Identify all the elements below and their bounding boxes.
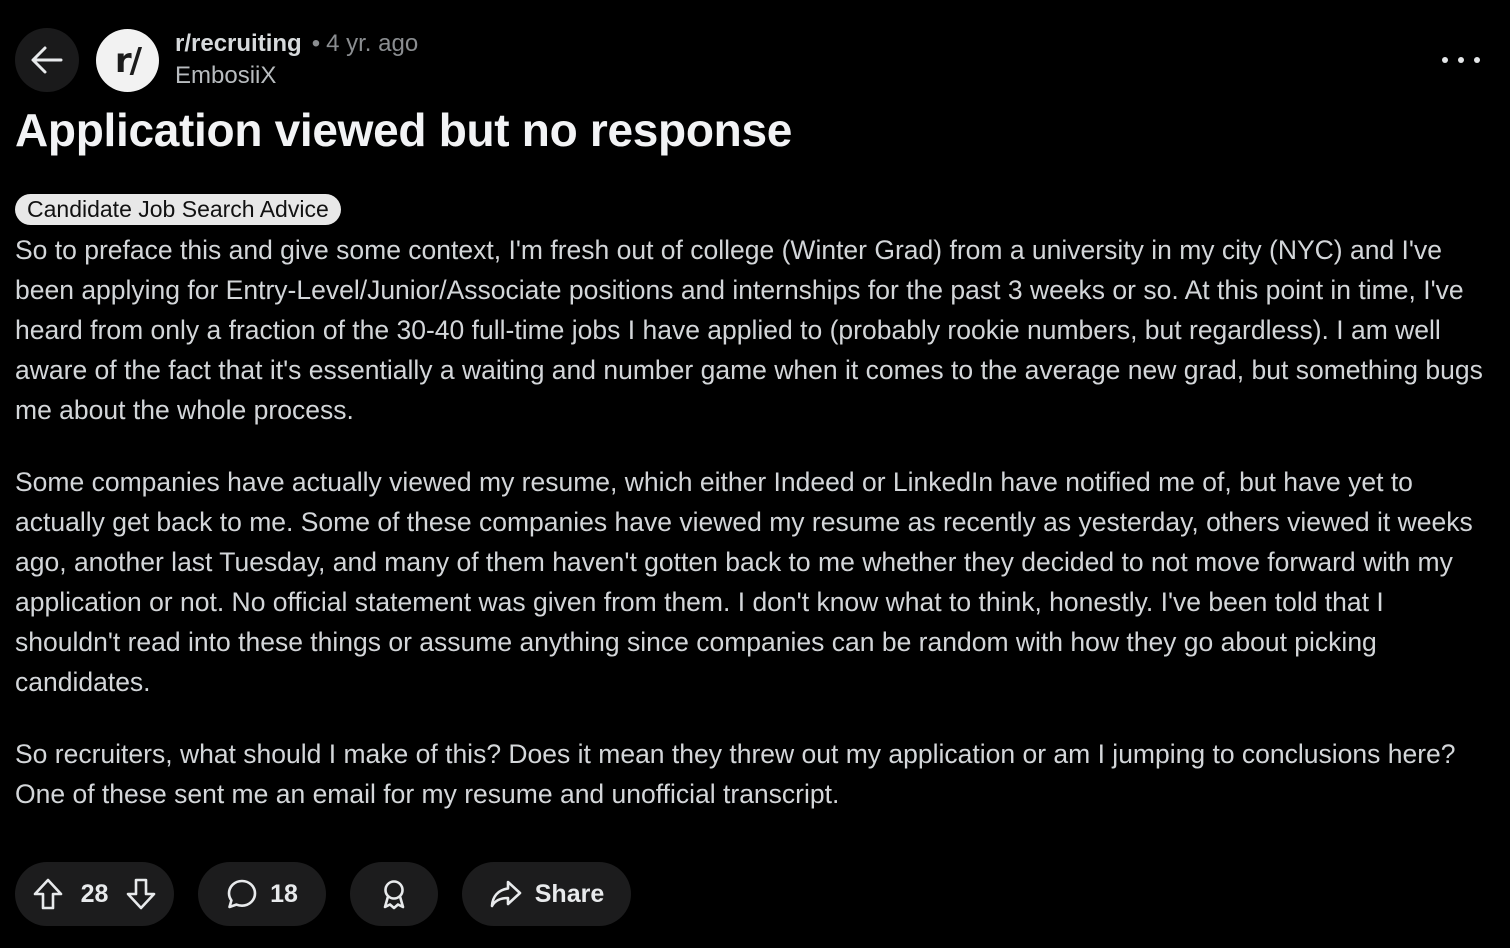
- speech-bubble-icon: [227, 879, 257, 909]
- subreddit-avatar[interactable]: r/: [96, 29, 159, 92]
- post-age: 4 yr. ago: [326, 30, 419, 57]
- post-paragraph: Some companies have actually viewed my r…: [15, 467, 1473, 697]
- ellipsis-icon: [1442, 57, 1448, 63]
- post-actions-bar: 28 18 Share: [15, 862, 631, 926]
- comments-button[interactable]: 18: [198, 862, 326, 926]
- more-options-button[interactable]: [1442, 45, 1480, 75]
- vote-control: 28: [15, 862, 174, 926]
- post-meta-line: r/recruiting • 4 yr. ago: [175, 28, 418, 60]
- comment-count: 18: [270, 879, 298, 908]
- back-button[interactable]: [15, 28, 79, 92]
- award-ribbon-icon: [383, 880, 405, 910]
- author-link[interactable]: EmbosiiX: [175, 60, 418, 92]
- post-body: So to preface this and give some context…: [15, 230, 1495, 846]
- share-arrow-icon: [490, 880, 522, 908]
- share-button[interactable]: Share: [462, 862, 631, 926]
- downvote-button[interactable]: [126, 878, 156, 910]
- arrow-left-icon: [31, 46, 63, 74]
- ellipsis-dot: [1458, 57, 1464, 63]
- subreddit-avatar-text: r/: [114, 40, 142, 81]
- arrow-down-icon: [126, 878, 156, 910]
- vote-count: 28: [80, 879, 109, 908]
- share-label: Share: [534, 879, 605, 908]
- post-flair[interactable]: Candidate Job Search Advice: [15, 194, 341, 225]
- post-page: r/ r/recruiting • 4 yr. ago EmbosiiX App…: [0, 0, 1510, 948]
- meta-separator: •: [311, 30, 321, 57]
- subreddit-link[interactable]: r/recruiting: [175, 28, 302, 60]
- post-paragraph: So recruiters, what should I make of thi…: [15, 739, 1456, 809]
- ellipsis-dot: [1474, 57, 1480, 63]
- post-paragraph: So to preface this and give some context…: [15, 235, 1483, 425]
- arrow-up-icon: [33, 878, 63, 910]
- award-button[interactable]: [350, 862, 438, 926]
- upvote-button[interactable]: [33, 878, 63, 910]
- post-title: Application viewed but no response: [15, 104, 793, 156]
- post-meta: r/recruiting • 4 yr. ago EmbosiiX: [175, 28, 418, 92]
